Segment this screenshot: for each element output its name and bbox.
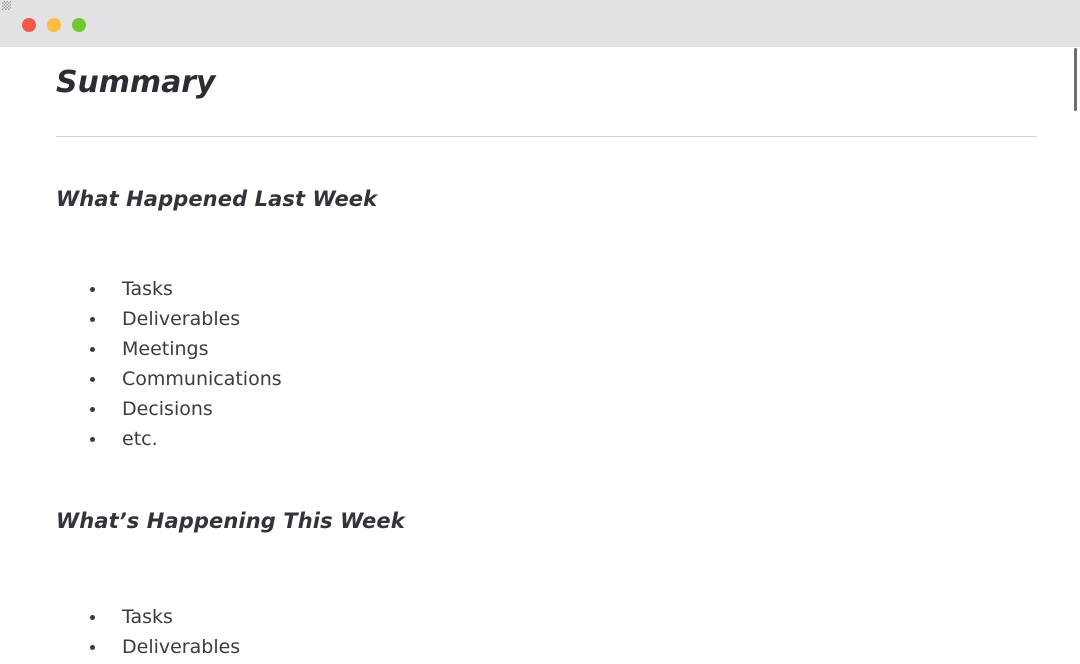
page-title: Summary bbox=[56, 65, 216, 100]
scrollbar-thumb[interactable] bbox=[1074, 48, 1077, 111]
document-scroll-area[interactable]: Summary What Happened Last Week Tasks De… bbox=[0, 47, 1080, 664]
list-item: Deliverables bbox=[88, 304, 282, 334]
list-item: Tasks bbox=[88, 274, 282, 304]
window-controls bbox=[22, 18, 86, 32]
close-window-button[interactable] bbox=[22, 18, 36, 32]
section-heading-this-week: What’s Happening This Week bbox=[56, 509, 405, 533]
window-titlebar bbox=[0, 0, 1080, 47]
bullet-list-this-week: Tasks Deliverables bbox=[88, 602, 240, 662]
section-heading-last-week: What Happened Last Week bbox=[56, 187, 378, 211]
cursor-artifact bbox=[2, 1, 11, 10]
minimize-window-button[interactable] bbox=[47, 18, 61, 32]
bullet-list-last-week: Tasks Deliverables Meetings Communicatio… bbox=[88, 274, 282, 454]
list-item: etc. bbox=[88, 424, 282, 454]
title-divider bbox=[56, 136, 1037, 137]
list-item: Decisions bbox=[88, 394, 282, 424]
list-item: Tasks bbox=[88, 602, 240, 632]
list-item: Meetings bbox=[88, 334, 282, 364]
vertical-scrollbar[interactable] bbox=[1072, 47, 1080, 664]
list-item: Communications bbox=[88, 364, 282, 394]
application-window: Summary What Happened Last Week Tasks De… bbox=[0, 0, 1080, 664]
maximize-window-button[interactable] bbox=[72, 18, 86, 32]
list-item: Deliverables bbox=[88, 632, 240, 662]
